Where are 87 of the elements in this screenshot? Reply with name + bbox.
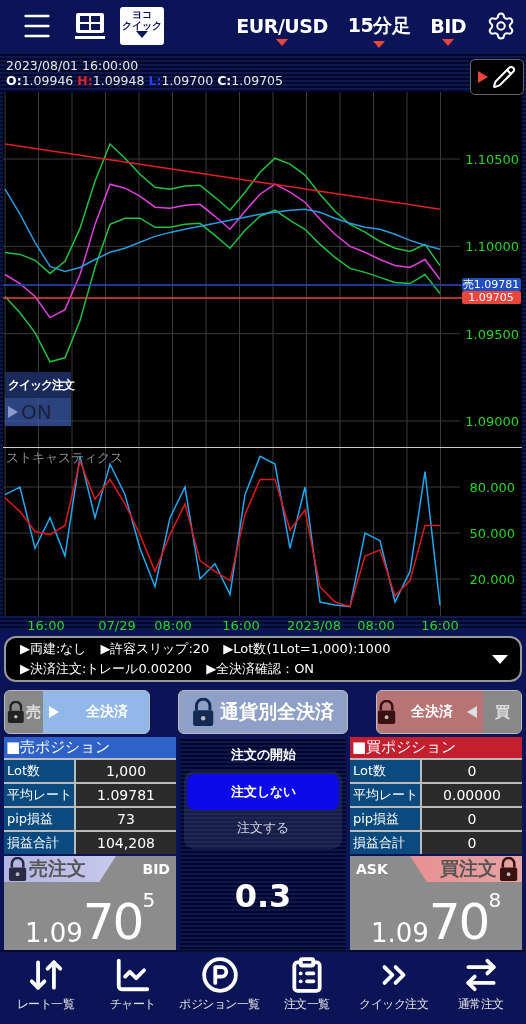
dropdown-arrow-icon	[492, 654, 508, 664]
spread-value: 0.3	[234, 877, 292, 915]
caret-icon	[372, 40, 385, 48]
time-axis-label: 08:00	[154, 618, 192, 633]
indicator-name: ストキャスティクス	[6, 450, 123, 465]
caret-icon	[276, 38, 289, 46]
order-label: 売注文	[29, 856, 87, 881]
ohlc-value: 1.09700	[161, 73, 214, 88]
ohlc-label: H:	[77, 73, 93, 88]
price-axis-label: 1.10000	[465, 239, 519, 255]
price-axis-label: 1.10500	[465, 152, 519, 168]
caret-icon	[136, 31, 148, 38]
caret-icon	[442, 38, 455, 46]
nav-tab[interactable]: 通常注文	[437, 956, 524, 1024]
price-type: ASK	[355, 861, 389, 877]
ohlc-value: 1.09705	[231, 73, 283, 88]
parking-circle-icon	[200, 956, 239, 994]
timeframe-dropdown[interactable]: 15分足	[347, 12, 411, 39]
position-label: pip損益	[350, 808, 420, 830]
ohlc-value: 1.09946	[21, 73, 74, 88]
position-value: 73	[74, 808, 176, 830]
time-axis-label: 16:00	[27, 618, 65, 633]
position-label: 損益合計	[350, 832, 420, 854]
ohlc-label: C:	[217, 73, 232, 88]
position-value: 104,208	[74, 832, 176, 854]
chart-datetime: 2023/08/01 16:00:00	[6, 58, 140, 73]
ohlc-label: O:	[6, 73, 22, 88]
time-axis-label: 08:00	[357, 618, 395, 633]
order-settings-panel[interactable]: ▶両建:なし ▶許容スリップ:20 ▶Lot数(1Lot=1,000):1000 ▶決済注文:トレール0.00200 ▶全決済確認：ON	[4, 636, 522, 682]
triangle-icon	[467, 706, 477, 718]
triangle-icon	[8, 406, 18, 418]
position-value: 0	[420, 760, 522, 782]
settings-icon[interactable]	[486, 11, 516, 41]
position-value: 0	[420, 832, 522, 854]
quick-layout-button[interactable]: ヨコ クイック	[120, 7, 164, 45]
position-label: 平均レート	[350, 784, 420, 806]
setting-text: ▶両建:なし	[20, 640, 87, 658]
order-start-picker[interactable]: 注文しない 注文する	[184, 771, 342, 849]
nav-tab[interactable]: クイック注文	[350, 956, 437, 1024]
price-axis-label: 1.09000	[465, 414, 519, 429]
nav-tab[interactable]: ポジション一覧	[176, 956, 263, 1024]
setting-text: ▶決済注文:トレール0.00200	[20, 660, 193, 678]
stochastic-axis-label: 20.000	[469, 572, 515, 588]
position-label: Lot数	[4, 760, 74, 782]
padlock-icon	[377, 700, 397, 724]
pencil-icon	[492, 65, 516, 89]
ohlc-label: L:	[148, 73, 162, 88]
order-label: 買注文	[439, 856, 497, 881]
picker-option[interactable]: 注文する	[187, 810, 339, 846]
symbol-dropdown[interactable]: EUR/USD	[236, 14, 328, 37]
setting-text: ▶Lot数(1Lot=1,000):1000	[223, 640, 391, 658]
layout-icon[interactable]	[74, 11, 106, 41]
position-value: 1,000	[74, 760, 176, 782]
position-value: 1.09781	[74, 784, 176, 806]
padlock-icon	[498, 857, 518, 881]
order-start-title: 注文の開始	[230, 746, 296, 764]
setting-text: ▶許容スリップ:20	[100, 640, 210, 658]
time-axis-label: 16:00	[421, 618, 459, 633]
ohlc-value: 1.09948	[92, 73, 145, 88]
position-value: 0.00000	[420, 784, 522, 806]
position-header: ■売ポジション	[4, 737, 176, 758]
padlock-icon	[8, 857, 28, 881]
position-header: ■買ポジション	[350, 737, 522, 758]
time-axis-label: 2023/08	[287, 618, 341, 633]
time-axis-label: 16:00	[222, 618, 260, 633]
nav-tab[interactable]: レート一覧	[2, 956, 89, 1024]
price-type: BID	[141, 861, 171, 877]
price-type-dropdown[interactable]: BID	[430, 14, 466, 37]
drawing-tool-button[interactable]	[470, 59, 524, 95]
price-axis-label: 1.09500	[465, 326, 519, 342]
padlock-icon	[191, 698, 215, 726]
time-axis-label: 07/29	[98, 618, 136, 633]
triangle-icon	[478, 71, 488, 83]
picker-option[interactable]: 注文しない	[187, 774, 339, 810]
setting-text: ▶全決済確認：ON	[206, 660, 315, 678]
nav-tab[interactable]: チャート	[89, 956, 176, 1024]
close-all-buy-button[interactable]: 全決済 買	[376, 690, 522, 734]
position-label: 損益合計	[4, 832, 74, 854]
position-label: 平均レート	[4, 784, 74, 806]
nav-tab[interactable]: 注文一覧	[263, 956, 350, 1024]
position-value: 0	[420, 808, 522, 830]
stochastic-axis-label: 50.000	[469, 526, 515, 542]
padlock-icon	[7, 701, 25, 723]
position-label: Lot数	[350, 760, 420, 782]
position-label: pip損益	[4, 808, 74, 830]
stochastic-axis-label: 80.000	[469, 480, 515, 496]
triangle-icon	[49, 706, 59, 718]
